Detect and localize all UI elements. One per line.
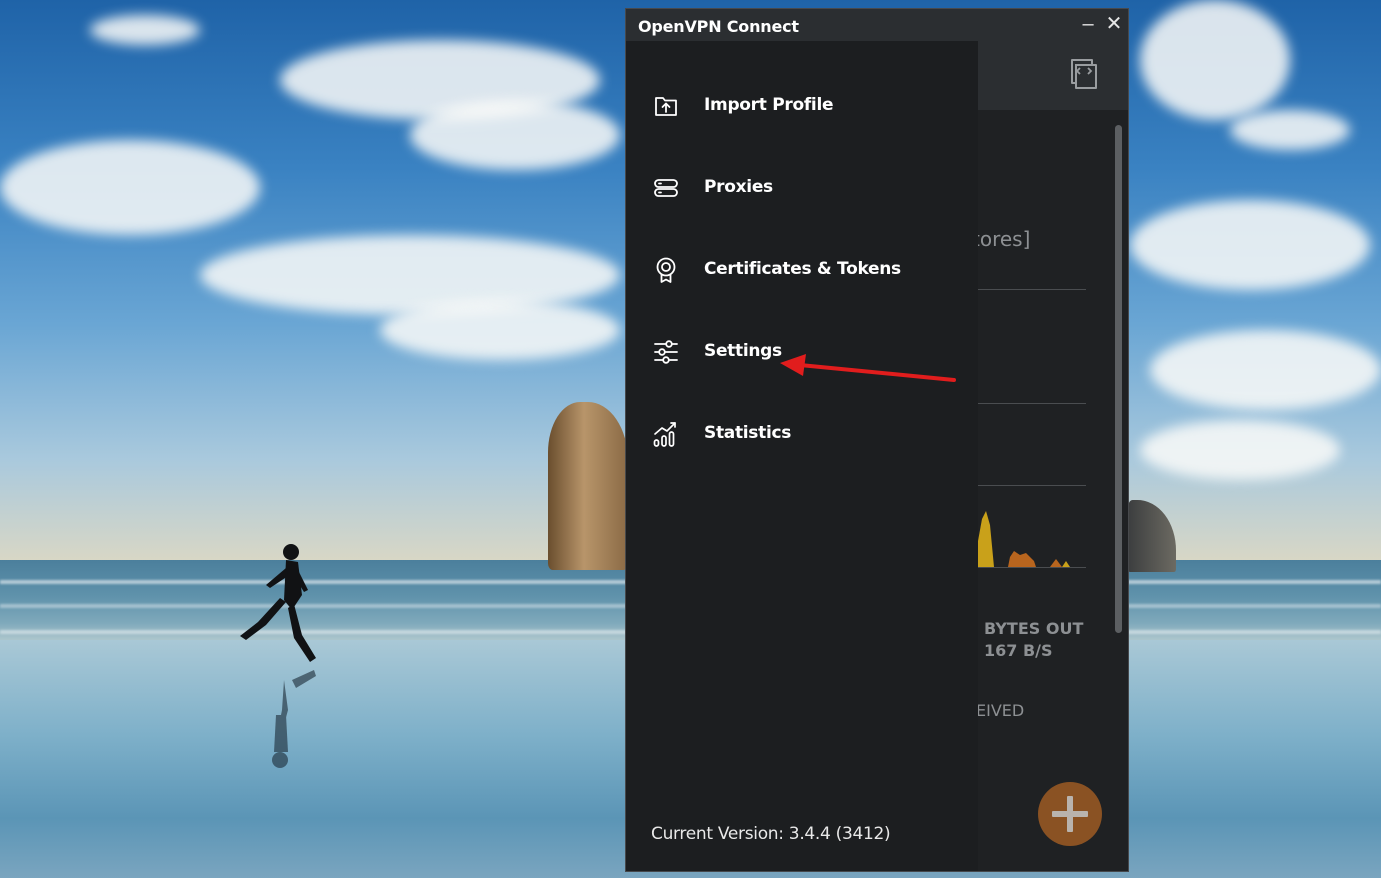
menu-item-label: Import Profile [704, 95, 834, 115]
menu-item-label: Proxies [704, 177, 773, 197]
certificate-icon [656, 257, 676, 283]
profile-name-fragment: tores] [972, 227, 1031, 251]
settings-sliders-icon [654, 340, 678, 364]
wallpaper-cloud [0, 140, 260, 235]
bytes-out-label: BYTES OUT [984, 619, 1084, 638]
wallpaper-cloud [1150, 330, 1381, 410]
plus-icon-vertical [1067, 796, 1073, 832]
menu-item-certificates-tokens[interactable]: Certificates & Tokens [626, 242, 978, 298]
version-text: Current Version: 3.4.4 (3412) [651, 824, 891, 844]
menu-item-import-profile[interactable]: Import Profile [626, 78, 978, 134]
openvpn-window: OpenVPN Connect – ✕ tores] BYTES OUT 167… [626, 9, 1128, 871]
import-profile-icon [655, 97, 677, 116]
import-log-icon[interactable] [1066, 57, 1102, 91]
close-button[interactable]: ✕ [1102, 12, 1126, 36]
wallpaper-cloud [90, 15, 200, 45]
wallpaper-cloud [410, 100, 620, 170]
divider [978, 403, 1086, 404]
wallpaper-runner [240, 544, 316, 768]
bytes-out-value: 167 B/S [984, 641, 1053, 660]
wallpaper-cloud [380, 300, 620, 360]
wallpaper-cloud [1140, 0, 1290, 120]
menu-item-statistics[interactable]: Statistics [626, 406, 978, 462]
annotation-arrow-icon [780, 354, 956, 382]
scrollbar[interactable] [1115, 125, 1122, 633]
menu-item-proxies[interactable]: Proxies [626, 160, 978, 216]
window-titlebar[interactable]: OpenVPN Connect – ✕ [626, 9, 1128, 41]
menu-item-label: Settings [704, 341, 782, 361]
menu-item-label: Certificates & Tokens [704, 259, 901, 279]
statistics-icon [653, 422, 676, 447]
divider [978, 485, 1086, 486]
wallpaper-cloud [1140, 420, 1340, 480]
menu-item-label: Statistics [704, 423, 792, 443]
window-title: OpenVPN Connect [638, 17, 799, 36]
add-profile-button[interactable] [1038, 782, 1102, 846]
navigation-drawer: Import Profile Proxies Certificates & To… [626, 41, 978, 871]
proxies-icon [654, 179, 678, 197]
divider [978, 289, 1086, 290]
received-label-fragment: EIVED [976, 701, 1025, 720]
minimize-button[interactable]: – [1076, 12, 1100, 36]
traffic-graph [978, 511, 1086, 568]
wallpaper-cloud [1230, 110, 1350, 150]
wallpaper-cloud [1130, 200, 1370, 290]
wallpaper-rock [548, 402, 628, 570]
